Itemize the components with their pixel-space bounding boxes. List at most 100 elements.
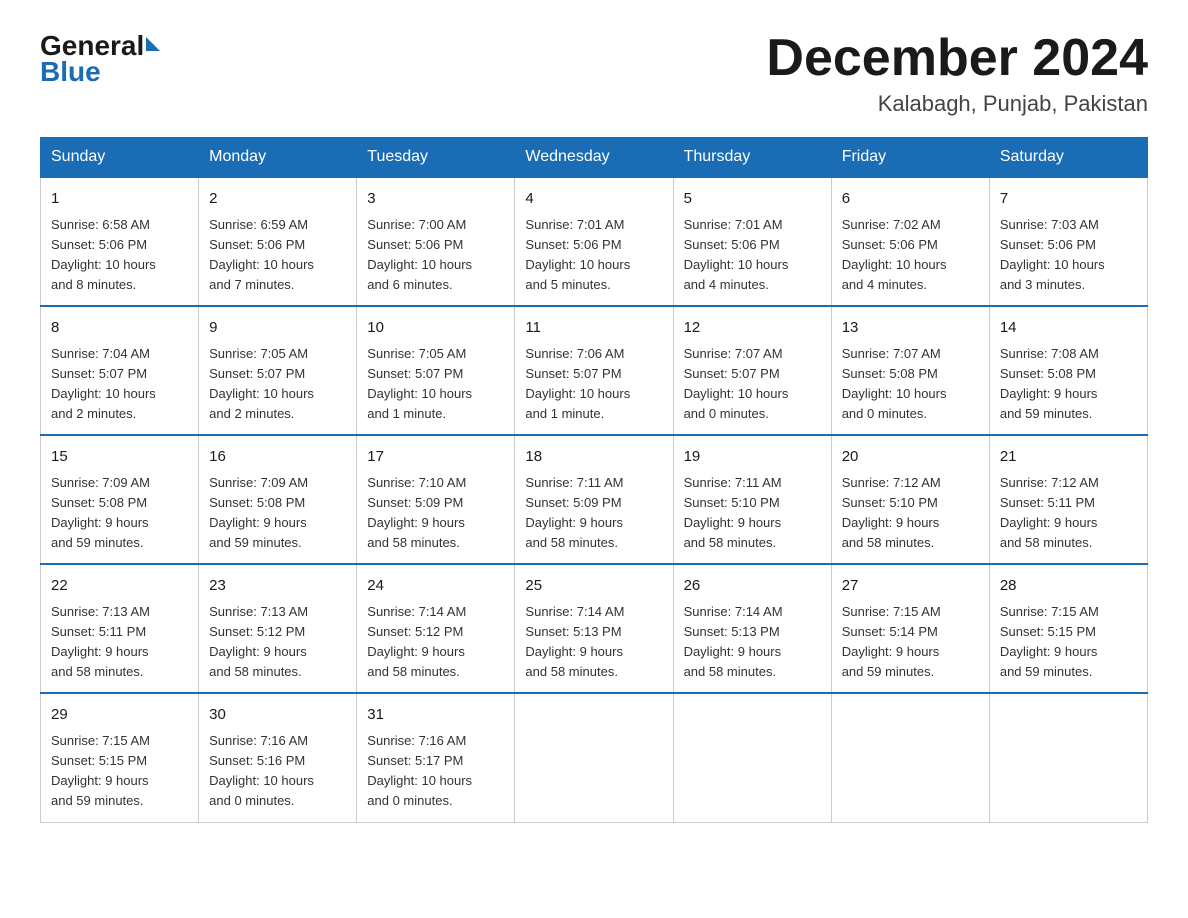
day-number: 20 xyxy=(842,446,979,469)
day-info: Sunrise: 7:14 AMSunset: 5:12 PMDaylight:… xyxy=(367,602,504,683)
calendar-cell: 18Sunrise: 7:11 AMSunset: 5:09 PMDayligh… xyxy=(515,435,673,564)
day-info: Sunrise: 7:12 AMSunset: 5:10 PMDaylight:… xyxy=(842,473,979,554)
column-header-thursday: Thursday xyxy=(673,138,831,178)
day-info: Sunrise: 7:11 AMSunset: 5:09 PMDaylight:… xyxy=(525,473,662,554)
column-header-wednesday: Wednesday xyxy=(515,138,673,178)
day-info: Sunrise: 7:13 AMSunset: 5:11 PMDaylight:… xyxy=(51,602,188,683)
calendar-cell: 8Sunrise: 7:04 AMSunset: 5:07 PMDaylight… xyxy=(41,306,199,435)
day-number: 8 xyxy=(51,317,188,340)
calendar-week-row: 15 Sunrise: 7:09 AMSunset: 5:08 PMDayligh… xyxy=(41,435,1148,564)
calendar-cell: 24 Sunrise: 7:14 AMSunset: 5:12 PMDayligh… xyxy=(357,564,515,693)
day-number: 5 xyxy=(684,188,821,211)
logo: General Blue xyxy=(40,30,160,88)
day-number: 19 xyxy=(684,446,821,469)
day-number: 29 xyxy=(51,704,188,727)
column-header-tuesday: Tuesday xyxy=(357,138,515,178)
calendar-cell: 21Sunrise: 7:12 AMSunset: 5:11 PMDayligh… xyxy=(989,435,1147,564)
day-info: Sunrise: 7:03 AMSunset: 5:06 PMDaylight:… xyxy=(1000,215,1137,296)
calendar-cell: 26 Sunrise: 7:14 AMSunset: 5:13 PMDayligh… xyxy=(673,564,831,693)
calendar-cell: 19 Sunrise: 7:11 AMSunset: 5:10 PMDayligh… xyxy=(673,435,831,564)
day-number: 11 xyxy=(525,317,662,340)
calendar-cell: 17Sunrise: 7:10 AMSunset: 5:09 PMDayligh… xyxy=(357,435,515,564)
calendar-cell: 30 Sunrise: 7:16 AMSunset: 5:16 PMDayligh… xyxy=(199,693,357,822)
day-number: 24 xyxy=(367,575,504,598)
calendar-cell: 27 Sunrise: 7:15 AMSunset: 5:14 PMDayligh… xyxy=(831,564,989,693)
calendar-cell: 9 Sunrise: 7:05 AMSunset: 5:07 PMDaylight… xyxy=(199,306,357,435)
day-info: Sunrise: 7:09 AMSunset: 5:08 PMDaylight:… xyxy=(51,473,188,554)
calendar-cell: 2 Sunrise: 6:59 AMSunset: 5:06 PMDaylight… xyxy=(199,177,357,306)
calendar-cell: 23Sunrise: 7:13 AMSunset: 5:12 PMDayligh… xyxy=(199,564,357,693)
calendar-cell: 5 Sunrise: 7:01 AMSunset: 5:06 PMDaylight… xyxy=(673,177,831,306)
day-info: Sunrise: 7:09 AMSunset: 5:08 PMDaylight:… xyxy=(209,473,346,554)
day-number: 23 xyxy=(209,575,346,598)
day-info: Sunrise: 7:01 AMSunset: 5:06 PMDaylight:… xyxy=(525,215,662,296)
calendar-cell: 31 Sunrise: 7:16 AMSunset: 5:17 PMDayligh… xyxy=(357,693,515,822)
page-header: General Blue December 2024 Kalabagh, Pun… xyxy=(40,30,1148,117)
location-subtitle: Kalabagh, Punjab, Pakistan xyxy=(766,91,1148,117)
calendar-cell: 15 Sunrise: 7:09 AMSunset: 5:08 PMDayligh… xyxy=(41,435,199,564)
day-number: 26 xyxy=(684,575,821,598)
calendar-cell: 1 Sunrise: 6:58 AMSunset: 5:06 PMDaylight… xyxy=(41,177,199,306)
calendar-cell: 10Sunrise: 7:05 AMSunset: 5:07 PMDayligh… xyxy=(357,306,515,435)
day-number: 25 xyxy=(525,575,662,598)
column-header-saturday: Saturday xyxy=(989,138,1147,178)
calendar-week-row: 8Sunrise: 7:04 AMSunset: 5:07 PMDaylight… xyxy=(41,306,1148,435)
day-info: Sunrise: 7:00 AMSunset: 5:06 PMDaylight:… xyxy=(367,215,504,296)
calendar-cell: 29Sunrise: 7:15 AMSunset: 5:15 PMDayligh… xyxy=(41,693,199,822)
day-number: 28 xyxy=(1000,575,1137,598)
day-info: Sunrise: 7:16 AMSunset: 5:17 PMDaylight:… xyxy=(367,731,504,812)
day-info: Sunrise: 7:02 AMSunset: 5:06 PMDaylight:… xyxy=(842,215,979,296)
day-number: 13 xyxy=(842,317,979,340)
column-header-friday: Friday xyxy=(831,138,989,178)
day-info: Sunrise: 7:15 AMSunset: 5:15 PMDaylight:… xyxy=(1000,602,1137,683)
calendar-cell: 25 Sunrise: 7:14 AMSunset: 5:13 PMDayligh… xyxy=(515,564,673,693)
day-number: 12 xyxy=(684,317,821,340)
day-number: 16 xyxy=(209,446,346,469)
day-number: 9 xyxy=(209,317,346,340)
calendar-week-row: 22 Sunrise: 7:13 AMSunset: 5:11 PMDayligh… xyxy=(41,564,1148,693)
month-title: December 2024 xyxy=(766,30,1148,87)
calendar-cell: 3 Sunrise: 7:00 AMSunset: 5:06 PMDaylight… xyxy=(357,177,515,306)
day-number: 1 xyxy=(51,188,188,211)
calendar-cell xyxy=(515,693,673,822)
day-number: 4 xyxy=(525,188,662,211)
day-info: Sunrise: 7:14 AMSunset: 5:13 PMDaylight:… xyxy=(684,602,821,683)
day-info: Sunrise: 7:14 AMSunset: 5:13 PMDaylight:… xyxy=(525,602,662,683)
calendar-cell: 12Sunrise: 7:07 AMSunset: 5:07 PMDayligh… xyxy=(673,306,831,435)
title-section: December 2024 Kalabagh, Punjab, Pakistan xyxy=(766,30,1148,117)
day-info: Sunrise: 7:10 AMSunset: 5:09 PMDaylight:… xyxy=(367,473,504,554)
calendar-cell xyxy=(989,693,1147,822)
calendar-cell: 20 Sunrise: 7:12 AMSunset: 5:10 PMDayligh… xyxy=(831,435,989,564)
day-info: Sunrise: 7:05 AMSunset: 5:07 PMDaylight:… xyxy=(209,344,346,425)
day-number: 22 xyxy=(51,575,188,598)
day-number: 30 xyxy=(209,704,346,727)
column-header-sunday: Sunday xyxy=(41,138,199,178)
day-info: Sunrise: 6:58 AMSunset: 5:06 PMDaylight:… xyxy=(51,215,188,296)
day-number: 15 xyxy=(51,446,188,469)
calendar-header-row: SundayMondayTuesdayWednesdayThursdayFrid… xyxy=(41,138,1148,178)
day-info: Sunrise: 7:08 AMSunset: 5:08 PMDaylight:… xyxy=(1000,344,1137,425)
day-number: 31 xyxy=(367,704,504,727)
day-number: 3 xyxy=(367,188,504,211)
calendar-cell: 22 Sunrise: 7:13 AMSunset: 5:11 PMDayligh… xyxy=(41,564,199,693)
logo-arrow-icon xyxy=(146,37,160,51)
calendar-cell xyxy=(831,693,989,822)
calendar-cell: 7Sunrise: 7:03 AMSunset: 5:06 PMDaylight… xyxy=(989,177,1147,306)
calendar-cell: 6 Sunrise: 7:02 AMSunset: 5:06 PMDaylight… xyxy=(831,177,989,306)
day-info: Sunrise: 7:11 AMSunset: 5:10 PMDaylight:… xyxy=(684,473,821,554)
calendar-cell: 11Sunrise: 7:06 AMSunset: 5:07 PMDayligh… xyxy=(515,306,673,435)
day-info: Sunrise: 7:15 AMSunset: 5:14 PMDaylight:… xyxy=(842,602,979,683)
calendar-week-row: 1 Sunrise: 6:58 AMSunset: 5:06 PMDaylight… xyxy=(41,177,1148,306)
day-info: Sunrise: 7:07 AMSunset: 5:08 PMDaylight:… xyxy=(842,344,979,425)
day-number: 14 xyxy=(1000,317,1137,340)
day-info: Sunrise: 7:01 AMSunset: 5:06 PMDaylight:… xyxy=(684,215,821,296)
day-number: 10 xyxy=(367,317,504,340)
calendar-cell: 4 Sunrise: 7:01 AMSunset: 5:06 PMDaylight… xyxy=(515,177,673,306)
day-info: Sunrise: 7:16 AMSunset: 5:16 PMDaylight:… xyxy=(209,731,346,812)
day-number: 2 xyxy=(209,188,346,211)
day-number: 27 xyxy=(842,575,979,598)
calendar-cell: 13 Sunrise: 7:07 AMSunset: 5:08 PMDayligh… xyxy=(831,306,989,435)
day-number: 6 xyxy=(842,188,979,211)
calendar-cell: 28 Sunrise: 7:15 AMSunset: 5:15 PMDayligh… xyxy=(989,564,1147,693)
day-info: Sunrise: 6:59 AMSunset: 5:06 PMDaylight:… xyxy=(209,215,346,296)
